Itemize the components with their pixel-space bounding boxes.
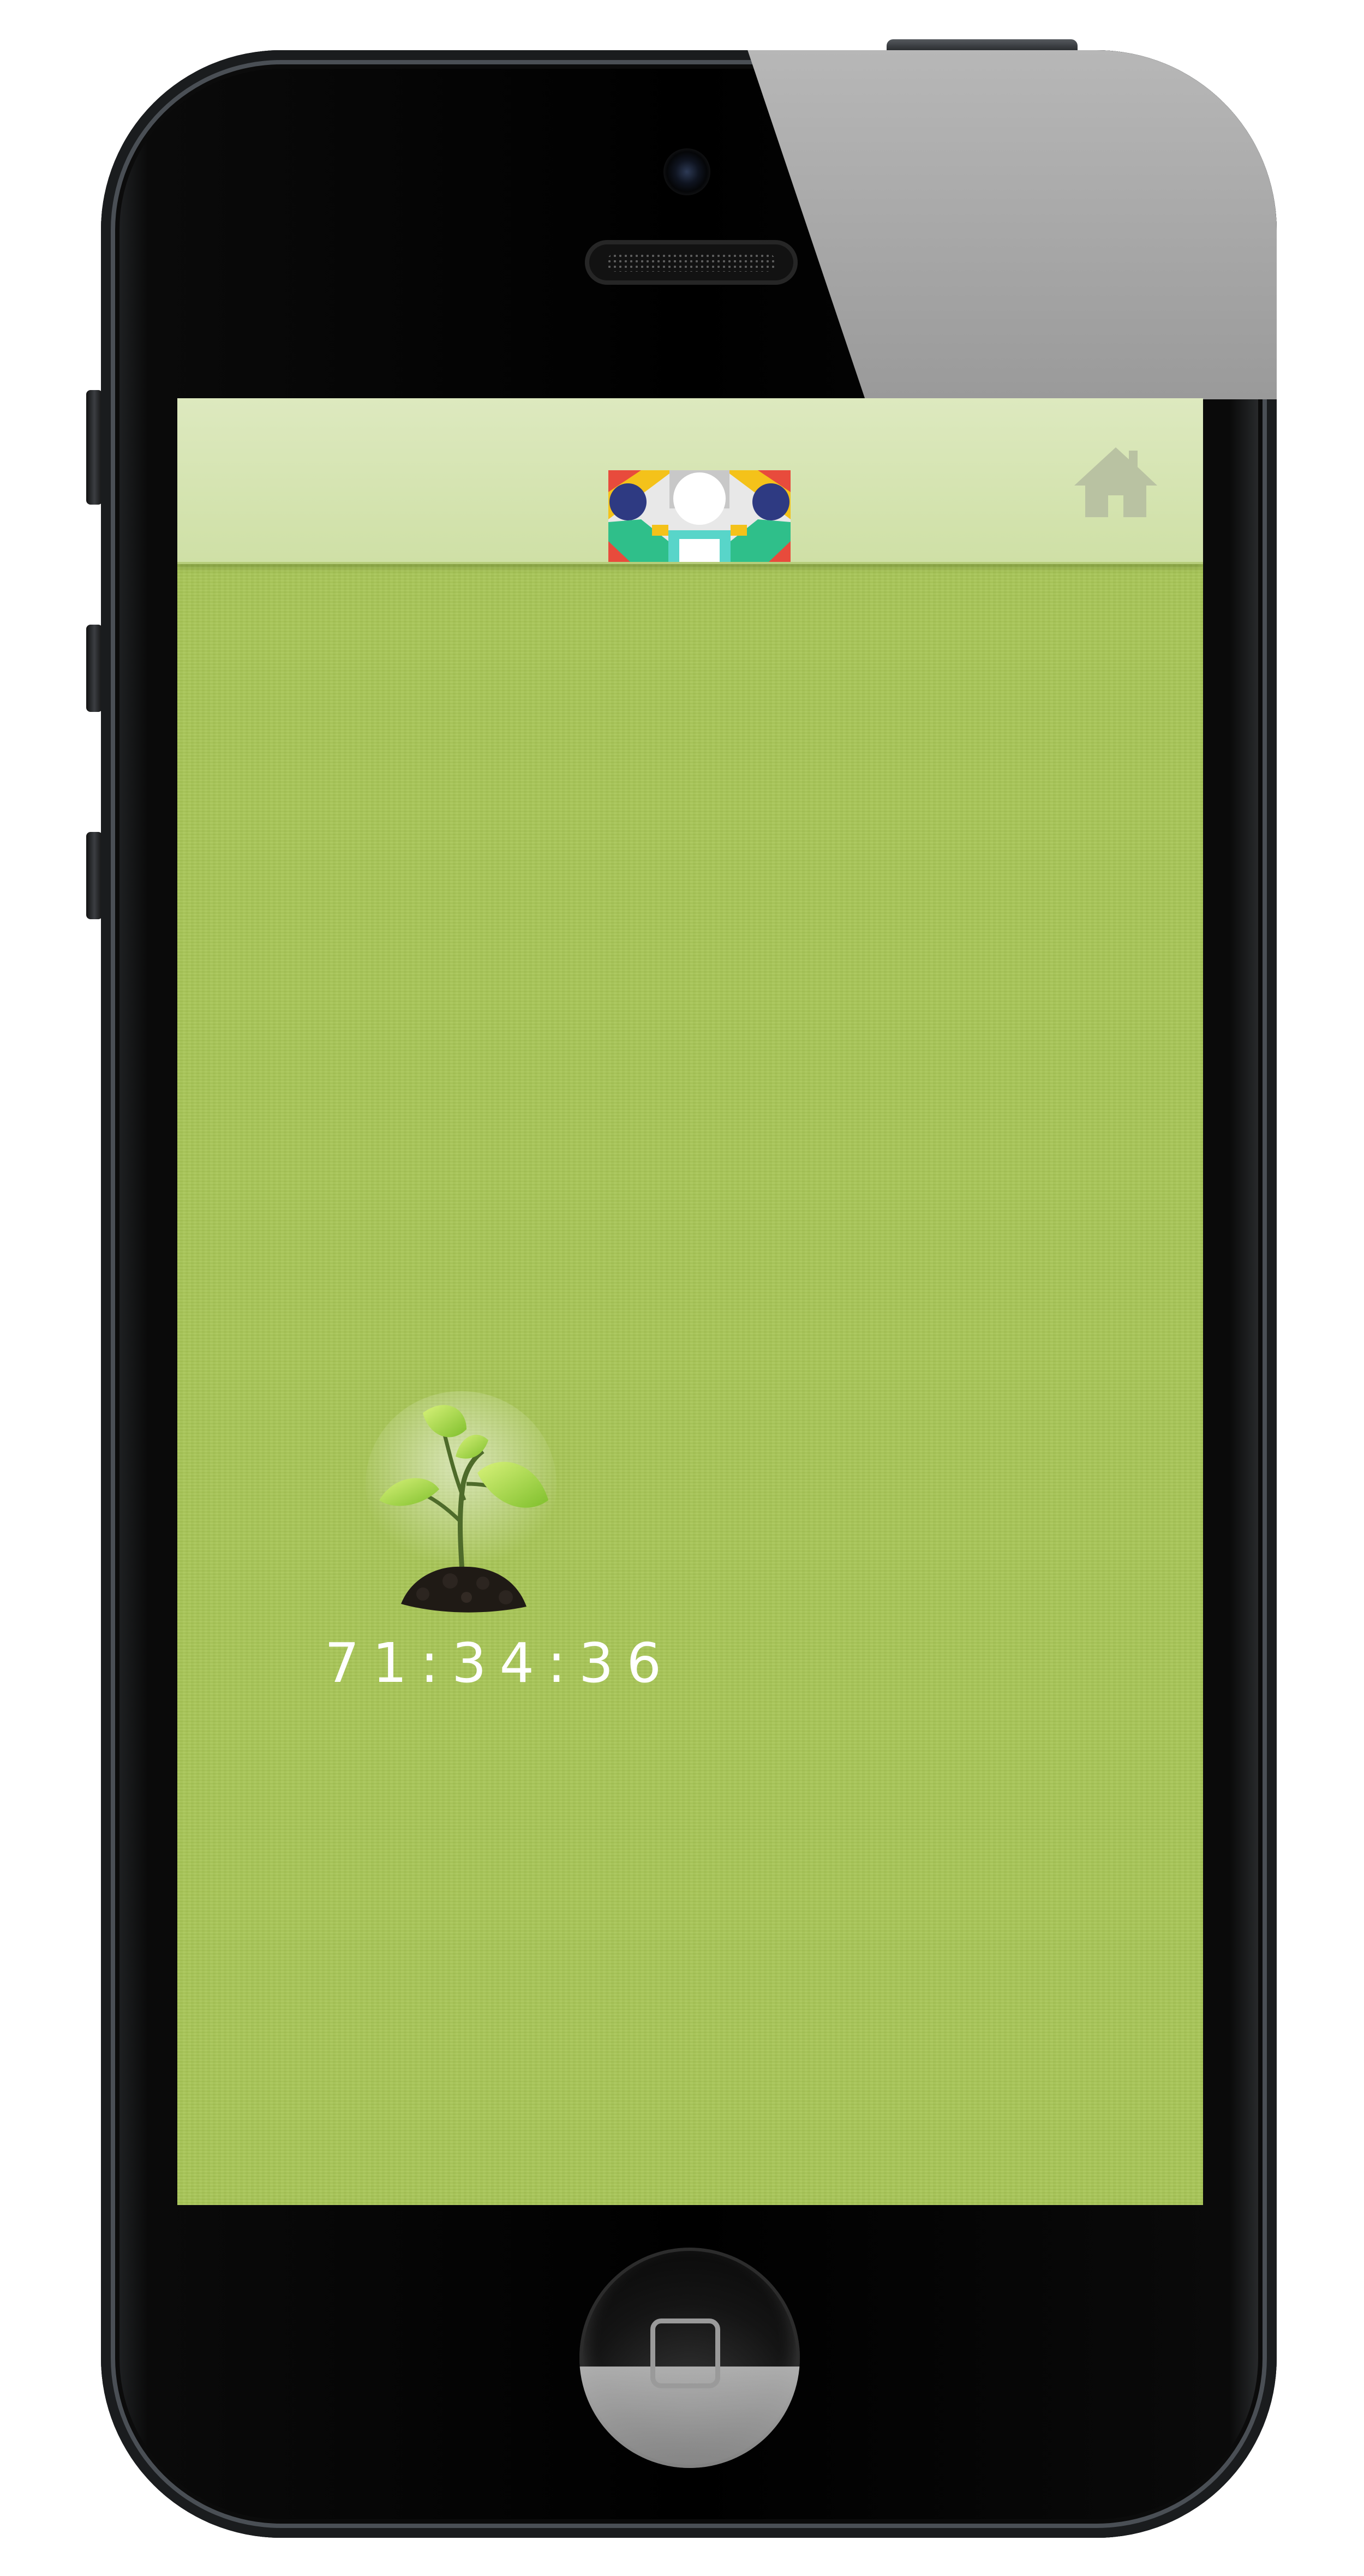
- header-bar: [177, 398, 1203, 564]
- earpiece-speaker: [585, 240, 798, 285]
- front-camera: [663, 148, 710, 195]
- app-screen: 71:34:36: [177, 398, 1203, 2205]
- colorful-face-logo-icon[interactable]: [608, 470, 791, 562]
- home-button-square-icon: [650, 2319, 720, 2388]
- sprout-icon: [366, 1391, 557, 1613]
- countdown-timer: 71:34:36: [325, 1631, 675, 1695]
- home-icon[interactable]: [1072, 443, 1159, 519]
- volume-down-button: [86, 832, 103, 919]
- hardware-home-button[interactable]: [579, 2248, 800, 2468]
- volume-up-button: [86, 625, 103, 712]
- mute-switch: [86, 390, 103, 505]
